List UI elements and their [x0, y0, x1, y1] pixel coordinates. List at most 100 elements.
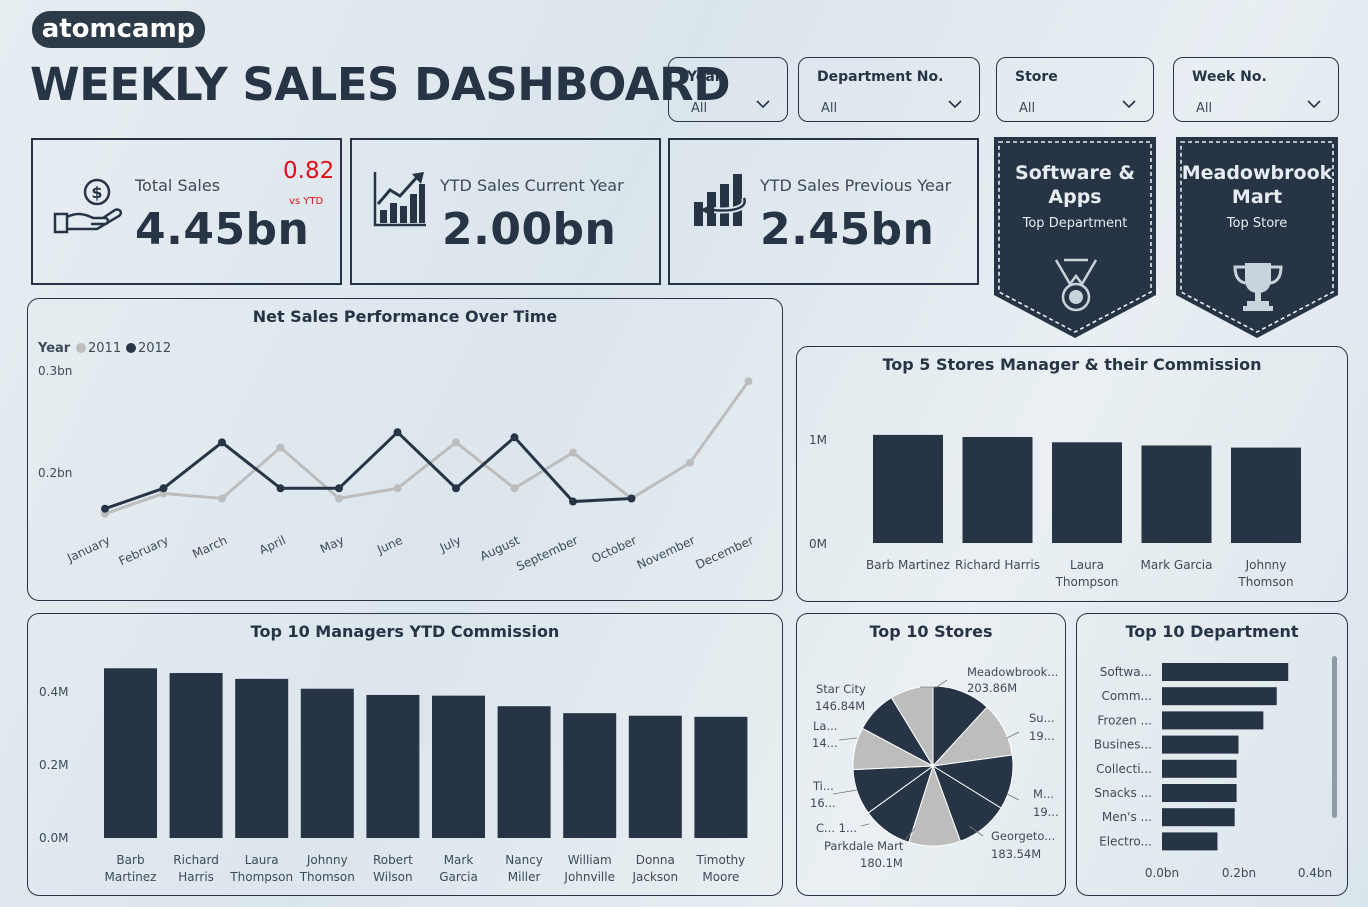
- slice-label: M...: [1033, 787, 1054, 801]
- slice-value: 180.1M: [860, 856, 903, 870]
- slice-value: 19...: [1029, 729, 1055, 743]
- week-filter[interactable]: Week No. All: [1173, 57, 1339, 122]
- data-point: [276, 484, 285, 493]
- department-filter-label: Department No.: [817, 69, 944, 85]
- data-point: [627, 494, 636, 503]
- scrollbar[interactable]: [1332, 656, 1337, 818]
- x-tick: Thompson: [229, 870, 293, 884]
- data-point: [276, 443, 285, 452]
- x-tick: September: [514, 533, 580, 574]
- top-store-banner: Meadowbrook Mart Top Store: [1176, 137, 1338, 339]
- slice-value: 146.84M: [815, 699, 865, 713]
- bar: [1231, 447, 1301, 543]
- x-tick: Moore: [702, 870, 739, 884]
- legend-label-2011: 2011: [88, 341, 121, 356]
- year-filter-label: Year: [687, 69, 722, 85]
- data-point: [159, 484, 168, 493]
- top-department-banner: Software & Apps Top Department: [994, 137, 1156, 339]
- bar: [169, 673, 223, 838]
- legend-label-2012: 2012: [138, 341, 171, 356]
- store-filter-label: Store: [1015, 69, 1058, 85]
- top-department-line1: Software &: [1015, 162, 1135, 184]
- x-tick: Laura: [1070, 558, 1104, 572]
- x-tick: Garcia: [439, 870, 478, 884]
- x-tick: December: [693, 533, 755, 572]
- y-tick: Men's ...: [1102, 810, 1152, 824]
- week-filter-label: Week No.: [1192, 69, 1267, 85]
- bar: [1141, 445, 1212, 543]
- data-point: [452, 438, 460, 447]
- slice-label: Star City: [816, 682, 866, 696]
- bar: [1162, 832, 1218, 851]
- data-point: [510, 484, 519, 493]
- top10-department-chart: Softwa... Comm... Frozen ... Busines... Coll…: [1094, 656, 1337, 880]
- bar: [1162, 808, 1235, 827]
- bar: [497, 706, 551, 838]
- slice-label: C... 1...: [816, 821, 857, 835]
- top10-department-panel: Top 10 Department Softwa... Comm... Frozen…: [1076, 613, 1348, 896]
- top-department-subtitle: Top Department: [1022, 216, 1128, 231]
- chevron-down-icon[interactable]: [1121, 98, 1137, 110]
- data-point: [744, 377, 753, 386]
- slice-value: 183.54M: [991, 847, 1041, 861]
- y-tick: 0.0M: [39, 831, 68, 845]
- bar: [366, 694, 420, 838]
- slice-label: Parkdale Mart: [824, 839, 904, 853]
- legend-dot-2012: [126, 343, 136, 353]
- x-tick: Miller: [508, 870, 541, 884]
- year-filter[interactable]: Year All: [668, 57, 788, 122]
- y-tick: 0.2M: [39, 758, 68, 772]
- chevron-down-icon[interactable]: [1306, 98, 1322, 110]
- y-tick: 0M: [809, 537, 827, 551]
- store-filter-value: All: [1019, 101, 1036, 116]
- top10-stores-chart: Meadowbrook... 203.86M Su... 19... M... …: [810, 665, 1059, 870]
- bar: [694, 716, 748, 838]
- top5-stores-panel: Top 5 Stores Manager & their Commission …: [796, 346, 1348, 602]
- x-tick: Thomson: [299, 870, 355, 884]
- series-line-2011: [104, 380, 750, 516]
- slice-label: Ti...: [812, 779, 834, 793]
- slice-value: 19...: [1033, 805, 1059, 819]
- decline-chart-icon: [694, 174, 748, 226]
- x-tick: Donna: [636, 853, 675, 867]
- y-tick: Snacks ...: [1094, 786, 1152, 800]
- top-store-subtitle: Top Store: [1226, 216, 1288, 231]
- data-point: [393, 428, 402, 437]
- x-tick: Jackson: [631, 870, 678, 884]
- x-tick: July: [437, 533, 463, 555]
- sales-ratio-label: vs YTD: [289, 196, 324, 207]
- ytd-current-value: 2.00bn: [442, 204, 617, 255]
- ytd-current-label: YTD Sales Current Year: [440, 176, 624, 195]
- x-tick: April: [257, 533, 288, 557]
- store-filter[interactable]: Store All: [996, 57, 1154, 122]
- bar: [1162, 735, 1239, 754]
- data-point: [335, 494, 343, 503]
- x-tick: 0.4bn: [1298, 866, 1332, 880]
- bar: [628, 715, 682, 838]
- x-tick: 0.0bn: [1145, 866, 1179, 880]
- net-sales-chart: Year 2011 2012 0.3bn 0.2bn January Februa…: [37, 341, 756, 574]
- x-tick: Nancy: [505, 853, 543, 867]
- slice-value: 203.86M: [967, 681, 1017, 695]
- x-tick: Wilson: [373, 870, 412, 884]
- y-tick: 0.4M: [39, 685, 68, 699]
- data-point: [393, 484, 402, 493]
- x-tick: Martinez: [105, 870, 157, 884]
- data-point: [335, 484, 343, 493]
- bar: [300, 688, 354, 838]
- x-tick: Richard: [173, 853, 219, 867]
- y-tick: Electro...: [1099, 834, 1152, 848]
- money-hand-icon: $: [53, 178, 123, 234]
- slice-label: Su...: [1029, 711, 1055, 725]
- department-filter[interactable]: Department No. All: [798, 57, 980, 122]
- chevron-down-icon[interactable]: [755, 98, 771, 110]
- y-tick: Busines...: [1094, 738, 1152, 752]
- total-sales-card: $ Total Sales 4.45bn 0.82 vs YTD: [31, 138, 342, 285]
- total-sales-value: 4.45bn: [135, 204, 310, 255]
- bar: [1162, 687, 1277, 706]
- chevron-down-icon[interactable]: [947, 98, 963, 110]
- x-tick: Harris: [178, 870, 214, 884]
- bar: [1162, 759, 1237, 778]
- department-filter-value: All: [821, 101, 838, 116]
- y-tick: Comm...: [1101, 689, 1152, 703]
